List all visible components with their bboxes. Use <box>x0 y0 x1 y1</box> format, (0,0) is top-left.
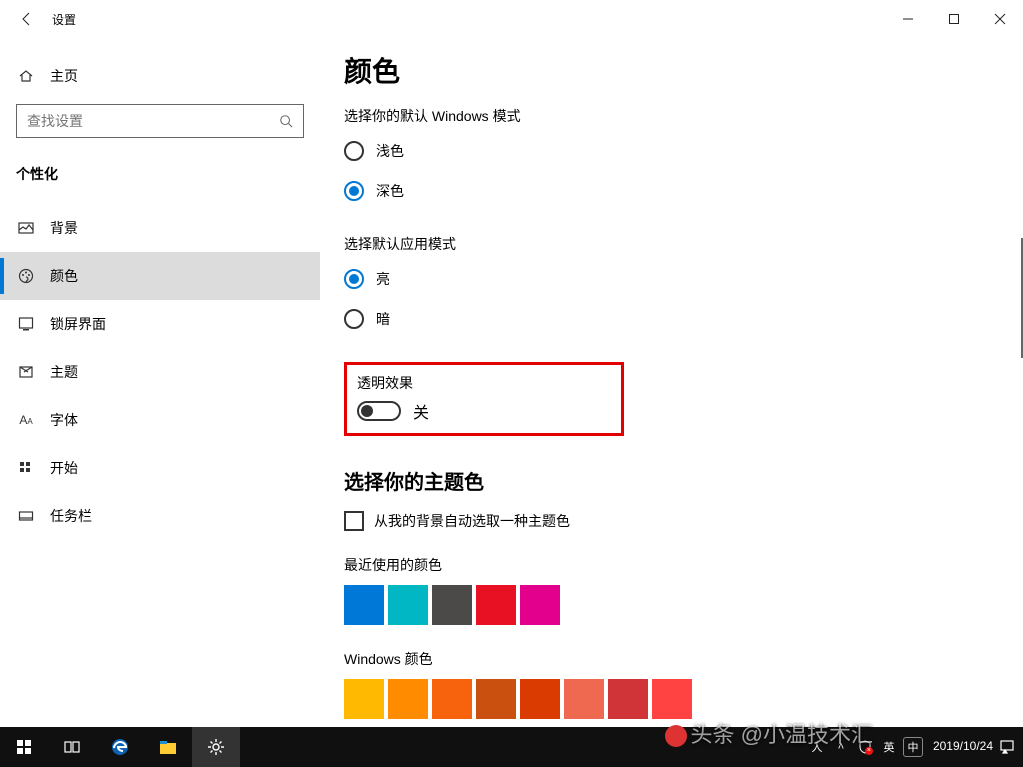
color-swatch[interactable] <box>520 585 560 625</box>
home-icon <box>16 68 36 84</box>
page-title: 颜色 <box>344 50 999 90</box>
color-swatch[interactable] <box>476 679 516 719</box>
nav-item-fonts[interactable]: AA 字体 <box>0 396 320 444</box>
fonts-icon: AA <box>16 413 36 427</box>
lock-screen-icon <box>16 316 36 332</box>
accent-section-title: 选择你的主题色 <box>344 466 999 495</box>
task-view-button[interactable] <box>48 727 96 767</box>
radio-app-light[interactable]: 亮 <box>344 264 999 294</box>
close-button[interactable] <box>977 0 1023 38</box>
title-bar: 设置 <box>0 0 1023 38</box>
nav-item-themes[interactable]: 主题 <box>0 348 320 396</box>
checkbox-icon <box>344 511 364 531</box>
minimize-button[interactable] <box>885 0 931 38</box>
radio-label: 浅色 <box>376 141 404 161</box>
nav-item-colors[interactable]: 颜色 <box>0 252 320 300</box>
radio-icon <box>344 309 364 329</box>
sidebar: 主页 个性化 背景 颜色 锁屏界面 主题 AA <box>0 38 320 727</box>
palette-icon <box>16 268 36 284</box>
nav-item-label: 任务栏 <box>50 506 92 526</box>
color-swatch[interactable] <box>388 679 428 719</box>
taskbar: 头条 @小温技术汇 人 ˄ × 英 中 2019/10/24 <box>0 727 1023 767</box>
radio-label: 暗 <box>376 309 390 329</box>
themes-icon <box>16 364 36 380</box>
nav-item-label: 字体 <box>50 410 78 430</box>
radio-label: 深色 <box>376 181 404 201</box>
nav-group-title: 个性化 <box>0 156 320 192</box>
color-swatch[interactable] <box>344 679 384 719</box>
background-icon <box>16 220 36 236</box>
nav-item-start[interactable]: 开始 <box>0 444 320 492</box>
nav-home[interactable]: 主页 <box>0 58 320 94</box>
taskbar-clock[interactable]: 2019/10/24 <box>933 740 993 753</box>
windows-colors-label: Windows 颜色 <box>344 649 999 669</box>
radio-icon <box>344 269 364 289</box>
nav-item-label: 颜色 <box>50 266 78 286</box>
content-area: 颜色 选择你的默认 Windows 模式 浅色 深色 选择默认应用模式 亮 暗 … <box>320 38 1023 727</box>
action-center-icon[interactable] <box>997 737 1017 757</box>
recent-colors-row <box>344 585 999 625</box>
taskbar-app-explorer[interactable] <box>144 727 192 767</box>
color-swatch[interactable] <box>476 585 516 625</box>
color-swatch[interactable] <box>564 679 604 719</box>
radio-windows-light[interactable]: 浅色 <box>344 136 999 166</box>
color-swatch[interactable] <box>520 679 560 719</box>
tray-ime-lang[interactable]: 英 <box>879 737 899 757</box>
nav-item-label: 开始 <box>50 458 78 478</box>
nav-item-label: 主题 <box>50 362 78 382</box>
transparency-label: 透明效果 <box>357 373 611 393</box>
nav-item-label: 锁屏界面 <box>50 314 106 334</box>
nav-item-label: 背景 <box>50 218 78 238</box>
color-swatch[interactable] <box>344 585 384 625</box>
taskbar-app-settings[interactable] <box>192 727 240 767</box>
start-icon <box>16 460 36 476</box>
tray-ime-full[interactable]: 中 <box>903 737 923 757</box>
nav-item-lockscreen[interactable]: 锁屏界面 <box>0 300 320 348</box>
color-swatch[interactable] <box>388 585 428 625</box>
radio-icon <box>344 181 364 201</box>
transparency-toggle[interactable] <box>357 401 401 421</box>
back-button[interactable] <box>4 0 50 38</box>
taskbar-icon <box>16 508 36 524</box>
windows-mode-label: 选择你的默认 Windows 模式 <box>344 106 999 126</box>
taskbar-date: 2019/10/24 <box>933 740 993 753</box>
start-button[interactable] <box>0 727 48 767</box>
radio-icon <box>344 141 364 161</box>
nav-item-taskbar[interactable]: 任务栏 <box>0 492 320 540</box>
window-title: 设置 <box>52 11 76 28</box>
tray-chevron-up-icon[interactable]: ˄ <box>831 737 851 757</box>
nav-item-background[interactable]: 背景 <box>0 204 320 252</box>
tray-people-icon[interactable]: 人 <box>807 737 827 757</box>
nav-home-label: 主页 <box>50 66 78 86</box>
taskbar-app-edge[interactable] <box>96 727 144 767</box>
color-swatch[interactable] <box>652 679 692 719</box>
color-swatch[interactable] <box>432 679 472 719</box>
auto-accent-label: 从我的背景自动选取一种主题色 <box>374 511 570 531</box>
color-swatch[interactable] <box>608 679 648 719</box>
windows-colors-row-1 <box>344 679 999 719</box>
auto-accent-checkbox[interactable]: 从我的背景自动选取一种主题色 <box>344 511 999 531</box>
radio-label: 亮 <box>376 269 390 289</box>
app-mode-label: 选择默认应用模式 <box>344 234 999 254</box>
maximize-button[interactable] <box>931 0 977 38</box>
highlight-transparency: 透明效果 关 <box>344 362 624 436</box>
search-input[interactable] <box>25 112 277 130</box>
search-box[interactable] <box>16 104 304 138</box>
radio-app-dark[interactable]: 暗 <box>344 304 999 334</box>
search-icon <box>277 114 295 128</box>
tray-security-icon[interactable]: × <box>855 737 875 757</box>
transparency-state: 关 <box>413 399 429 423</box>
recent-colors-label: 最近使用的颜色 <box>344 555 999 575</box>
color-swatch[interactable] <box>432 585 472 625</box>
radio-windows-dark[interactable]: 深色 <box>344 176 999 206</box>
